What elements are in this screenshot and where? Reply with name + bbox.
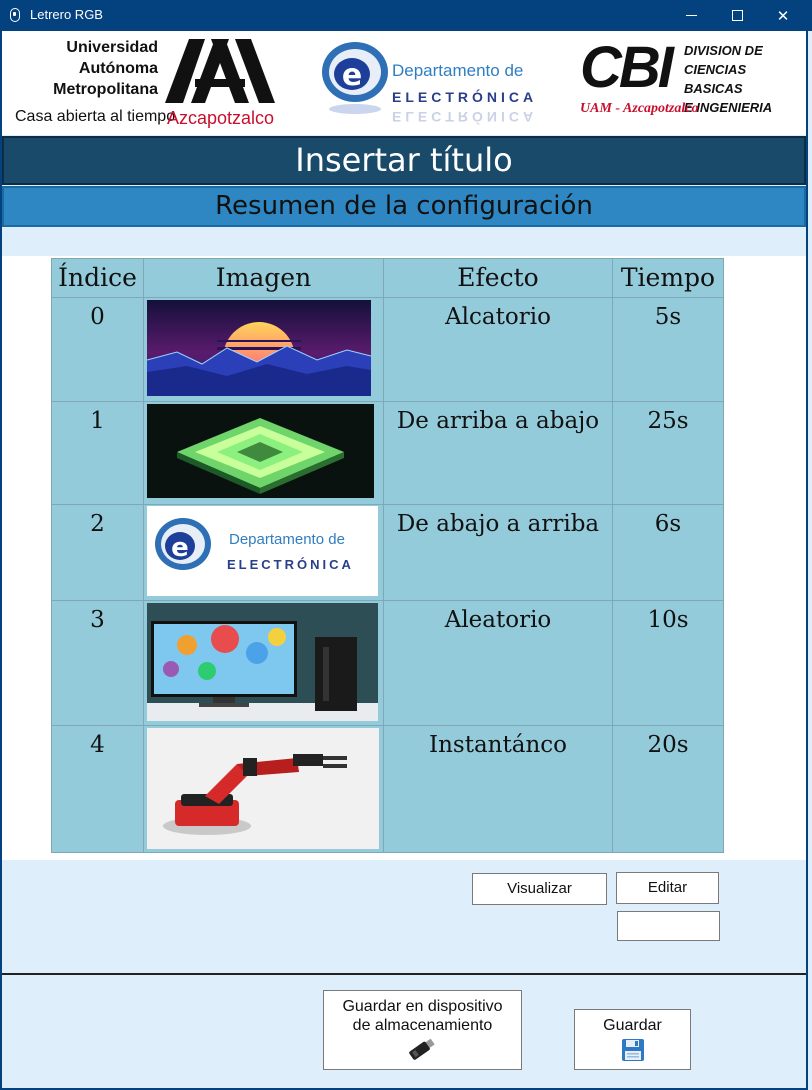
monitor-balloons-image — [147, 603, 378, 721]
column-header-index: Índice — [52, 259, 144, 298]
svg-text:e: e — [171, 533, 189, 563]
table-cell-effect: Instantánco — [384, 726, 613, 853]
minimize-icon — [685, 15, 697, 16]
divider — [2, 973, 806, 975]
save-to-device-button[interactable]: Guardar en dispositivo de almacenamiento — [323, 990, 522, 1070]
table-cell-index: 1 — [52, 402, 144, 505]
table-cell-index: 2 — [52, 505, 144, 601]
synthwave-sunset-image — [147, 300, 371, 396]
svg-text:e: e — [342, 58, 362, 93]
title-bar: Letrero RGB ✕ — [0, 0, 812, 31]
section-subtitle: Resumen de la configuración — [2, 186, 806, 227]
table-cell-effect: Alcatorio — [384, 298, 613, 402]
cbi-logo: CBI — [580, 35, 674, 100]
cbi-campus: UAM - Azcapotzalco — [580, 101, 699, 116]
minimize-button[interactable] — [668, 0, 714, 31]
cbi-line: DIVISION DE — [684, 43, 763, 58]
uam-campus: Azcapotzalco — [167, 108, 275, 128]
table-cell-time: 20s — [613, 726, 724, 853]
floppy-disk-icon — [622, 1039, 644, 1061]
logo-banner: Universidad Autónoma Metropolitana Casa … — [2, 31, 806, 135]
uam-name: Universidad Autónoma Metropolitana — [22, 37, 158, 100]
close-icon: ✕ — [776, 6, 790, 25]
maximize-button[interactable] — [714, 0, 760, 31]
dept-name-electronica: ELECTRÓNICA — [392, 89, 538, 105]
cbi-line: CIENCIAS BASICAS — [684, 62, 747, 96]
dept-name: Departamento de — [392, 61, 524, 80]
candle-icon — [10, 8, 20, 22]
column-header-image: Imagen — [144, 259, 384, 298]
table-cell-time: 25s — [613, 402, 724, 505]
uam-line: Autónoma — [78, 60, 158, 77]
save-to-device-label-line1: Guardar en dispositivo — [342, 998, 503, 1015]
uam-line: Metropolitana — [53, 81, 158, 98]
visualize-button[interactable]: Visualizar — [472, 873, 607, 905]
page-title: Insertar título — [2, 136, 806, 185]
departamento-electronica-logo-image: e Departamento de ELECTRÓNICA — [147, 506, 378, 596]
thumb-dept-line1: Departamento de — [229, 531, 345, 548]
glowing-chip-image — [147, 404, 374, 498]
close-button[interactable]: ✕ — [760, 0, 806, 31]
table-cell-time: 6s — [613, 505, 724, 601]
table-cell-index: 0 — [52, 298, 144, 402]
column-header-time: Tiempo — [613, 259, 724, 298]
window-title: Letrero RGB — [30, 7, 103, 22]
table-cell-index: 3 — [52, 601, 144, 726]
edit-button[interactable]: Editar — [616, 872, 719, 904]
thumb-dept-line2: ELECTRÓNICA — [227, 557, 354, 572]
column-header-effect: Efecto — [384, 259, 613, 298]
uam-tagline: Casa abierta al tiempo — [15, 108, 176, 125]
usb-drive-icon — [409, 1038, 435, 1060]
save-label: Guardar — [603, 1017, 662, 1034]
robotic-arm-image — [147, 728, 379, 849]
table-cell-time: 10s — [613, 601, 724, 726]
electronica-logo-icon: e — [322, 42, 388, 114]
uam-line: Universidad — [66, 39, 158, 56]
table-cell-time: 5s — [613, 298, 724, 402]
table-cell-effect: De arriba a abajo — [384, 402, 613, 505]
table-cell-effect: De abajo a arriba — [384, 505, 613, 601]
uam-logo-icon — [165, 39, 275, 103]
table-cell-effect: Aleatorio — [384, 601, 613, 726]
cbi-division-name: DIVISION DE CIENCIAS BASICAS E INGENIERI… — [684, 41, 806, 117]
save-to-device-label-line2: de almacenamiento — [352, 1017, 493, 1034]
save-button[interactable]: Guardar — [574, 1009, 691, 1070]
maximize-icon — [731, 10, 743, 21]
cbi-line: E INGENIERIA — [684, 100, 773, 115]
edit-index-input[interactable] — [617, 911, 720, 941]
dept-name-reflection: ELECTRÓNICA — [392, 109, 538, 125]
table-cell-index: 4 — [52, 726, 144, 853]
